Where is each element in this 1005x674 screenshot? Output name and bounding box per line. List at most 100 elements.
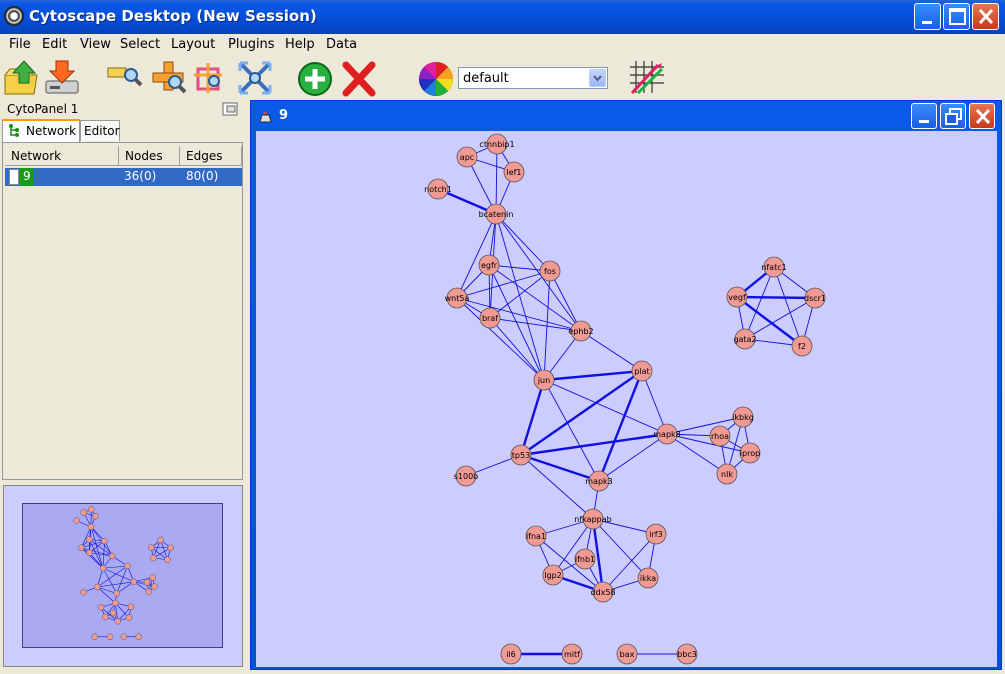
save-icon[interactable] (43, 59, 81, 97)
graph-node-il6[interactable] (91, 633, 98, 640)
graph-edge[interactable] (580, 330, 643, 372)
menu-help[interactable]: Help (285, 37, 315, 52)
graph-node-ddx58[interactable] (114, 618, 121, 625)
graph-node-bbc3[interactable] (135, 633, 142, 640)
graph-node-bax[interactable] (120, 633, 127, 640)
graph-node-nfkappab[interactable] (112, 599, 119, 607)
frame-close-button[interactable] (969, 103, 995, 129)
title-bar[interactable]: Cytoscape Desktop (New Session) (0, 0, 1005, 34)
network-overview[interactable] (3, 485, 243, 667)
float-panel-icon[interactable] (222, 102, 238, 116)
graph-node-ikka[interactable]: ikka (637, 567, 659, 589)
graph-node-f2[interactable]: f2 (791, 335, 813, 357)
graph-node-ikka[interactable] (125, 614, 133, 621)
graph-node-mitf[interactable]: mitf (561, 643, 583, 665)
graph-node-notch1[interactable] (73, 517, 80, 524)
graph-node-ikbkg[interactable]: ikbkg (732, 406, 754, 428)
graph-node-braf[interactable]: braf (479, 307, 501, 329)
graph-edge[interactable] (592, 518, 649, 579)
graph-node-s100b[interactable] (80, 589, 87, 596)
graph-node-fos[interactable]: fos (539, 260, 561, 282)
graph-node-notch1[interactable]: notch1 (424, 178, 452, 200)
graph-edge[interactable] (495, 143, 498, 215)
graph-node-ephb2[interactable]: ephb2 (568, 320, 594, 342)
graph-node-apc[interactable]: apc (456, 146, 478, 168)
graph-node-ifna1[interactable] (97, 604, 105, 611)
graph-node-irf3[interactable]: irf3 (645, 523, 667, 545)
graph-node-lef1[interactable]: lef1 (503, 161, 525, 183)
graph-node-dscr1[interactable] (167, 544, 174, 551)
graph-node-ifnb1[interactable] (110, 609, 117, 617)
graph-node-mitf[interactable] (106, 633, 114, 640)
graph-edge[interactable] (116, 565, 128, 594)
graph-node-gata2[interactable]: gata2 (733, 328, 757, 350)
graph-node-nlk[interactable] (145, 588, 152, 595)
menu-plugins[interactable]: Plugins (228, 37, 275, 52)
graph-node-ctnnbip1[interactable]: ctnnbip1 (479, 133, 515, 155)
dropdown-arrow-button[interactable] (589, 69, 606, 87)
network-canvas[interactable]: ctnnbip1 apc lef1 notch1 bcatenin egfr fos wnt5… (256, 131, 997, 667)
graph-edge[interactable] (495, 213, 582, 332)
graph-node-f2[interactable] (164, 556, 171, 563)
frame-restore-button[interactable] (940, 103, 966, 129)
graph-node-ephb2[interactable] (109, 552, 116, 560)
graph-edge[interactable] (520, 432, 668, 457)
graph-node-ikbkg[interactable] (149, 574, 156, 581)
graph-node-jun[interactable] (99, 565, 107, 572)
graph-node-wnt5a[interactable] (78, 544, 85, 551)
maximize-button[interactable] (943, 3, 970, 30)
column-nodes[interactable]: Nodes (119, 146, 180, 166)
overview-viewport[interactable] (22, 503, 223, 648)
vizmapper-icon[interactable] (417, 59, 455, 97)
graph-edge[interactable] (97, 581, 134, 588)
tab-editor[interactable]: Editor (80, 120, 120, 141)
graph-node-dscr1[interactable]: dscr1 (804, 287, 826, 309)
graph-node-lef1[interactable] (92, 513, 99, 520)
graph-node-braf[interactable] (86, 549, 93, 556)
graph-edge[interactable] (456, 297, 582, 332)
graph-node-tp53[interactable]: tp53 (510, 444, 532, 466)
menu-edit[interactable]: Edit (42, 37, 67, 52)
graph-node-bcatenin[interactable] (87, 523, 95, 530)
graph-node-s100b[interactable]: s100b (454, 465, 479, 487)
visual-style-select[interactable]: default (458, 67, 608, 89)
graph-edge[interactable] (489, 317, 545, 381)
table-row[interactable]: 9 36(0) 80(0) (5, 168, 242, 186)
zoom-out-icon[interactable] (150, 59, 188, 97)
graph-edge[interactable] (543, 369, 643, 382)
minimize-button[interactable] (914, 3, 941, 30)
zoom-fit-icon[interactable] (236, 59, 274, 97)
graph-node-iprop[interactable]: iprop (739, 442, 761, 464)
tab-network[interactable]: Network (2, 119, 80, 142)
add-icon[interactable] (296, 59, 334, 97)
graph-node-plat[interactable]: plat (631, 360, 653, 382)
graph-node-wnt5a[interactable]: wnt5a (445, 287, 470, 309)
graph-edge[interactable] (489, 317, 582, 332)
network-graph[interactable]: ctnnbip1 apc lef1 notch1 bcatenin egfr fos wnt5… (256, 131, 997, 667)
graph-node-mapk8[interactable] (130, 578, 137, 585)
graph-node-vegf[interactable] (148, 544, 155, 551)
graph-edge[interactable] (597, 370, 644, 482)
menu-view[interactable]: View (80, 37, 111, 52)
graph-edge[interactable] (520, 454, 594, 520)
graph-node-lgp2[interactable]: lgp2 (542, 564, 564, 586)
menu-file[interactable]: File (9, 37, 31, 52)
graph-edge[interactable] (744, 297, 816, 340)
graph-node-mapk3[interactable] (113, 590, 120, 597)
graph-node-vegf[interactable]: vegf (726, 286, 748, 308)
graph-node-nfkappab[interactable]: nfkappab (574, 508, 612, 530)
graph-node-ifnb1[interactable]: ifnb1 (574, 548, 596, 570)
graph-node-nfatc1[interactable] (157, 536, 164, 544)
graph-icon[interactable] (628, 59, 666, 97)
column-edges[interactable]: Edges (180, 146, 242, 166)
graph-edge[interactable] (519, 379, 546, 456)
close-button[interactable] (972, 3, 999, 30)
zoom-selected-icon[interactable] (192, 59, 230, 97)
graph-node-nlk[interactable]: nlk (716, 463, 738, 485)
graph-node-iprop[interactable] (151, 583, 158, 590)
graph-node-gata2[interactable] (150, 554, 157, 562)
graph-node-ifna1[interactable]: ifna1 (525, 525, 547, 547)
graph-node-egfr[interactable]: egfr (478, 254, 500, 276)
graph-node-ctnnbip1[interactable] (88, 506, 95, 513)
graph-node-plat[interactable] (124, 562, 131, 570)
